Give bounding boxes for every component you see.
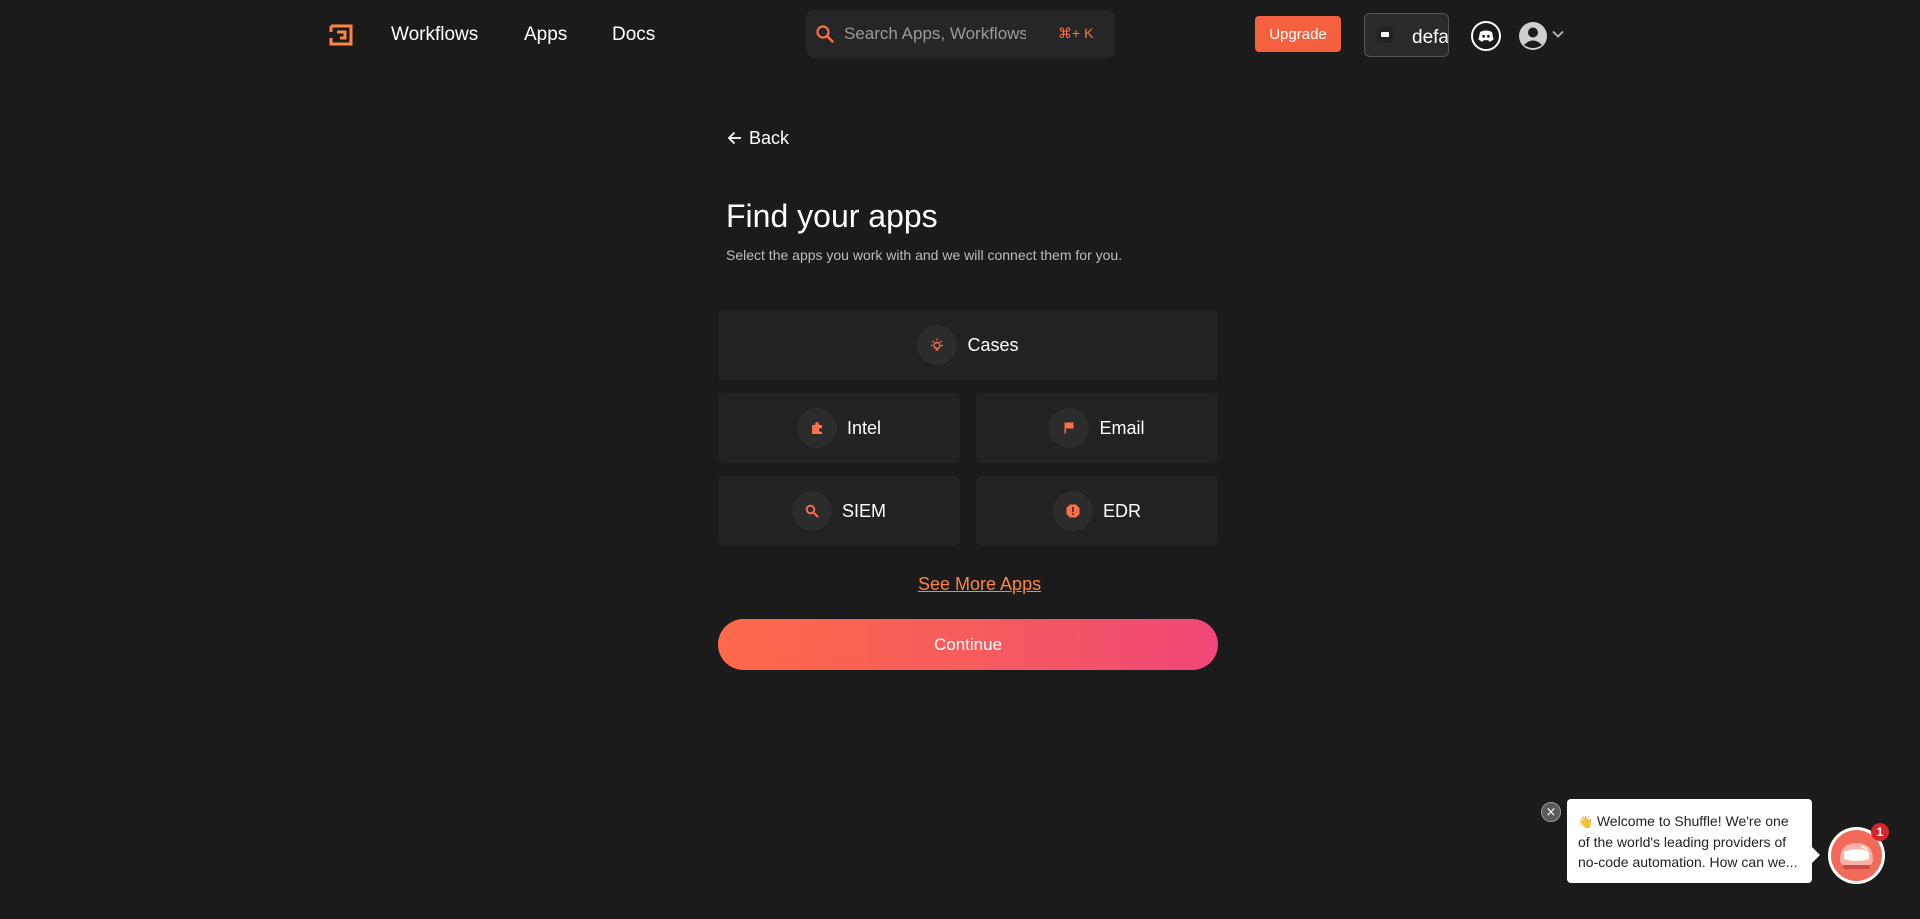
category-label: Email xyxy=(1099,417,1145,438)
chat-close-button[interactable]: × xyxy=(1541,802,1561,822)
discord-icon[interactable] xyxy=(1471,21,1501,51)
flag-icon xyxy=(1049,408,1090,448)
category-label: EDR xyxy=(1102,500,1141,521)
wave-emoji: 👋 xyxy=(1578,815,1593,829)
search-icon xyxy=(791,491,832,531)
continue-button[interactable]: Continue xyxy=(718,619,1218,670)
category-card-email[interactable]: Email xyxy=(976,393,1218,463)
page-title: Find your apps xyxy=(726,198,938,234)
upgrade-button[interactable]: Upgrade xyxy=(1255,16,1341,52)
category-card-siem[interactable]: SIEM xyxy=(718,476,960,546)
organization-selector[interactable]: default xyxy=(1364,13,1449,57)
back-label: Back xyxy=(749,127,790,148)
puzzle-icon xyxy=(796,408,837,448)
chevron-down-icon[interactable] xyxy=(1551,27,1565,41)
category-label: Cases xyxy=(967,334,1019,355)
nav-link-docs[interactable]: Docs xyxy=(612,24,655,46)
user-avatar-icon[interactable] xyxy=(1518,21,1548,51)
category-card-intel[interactable]: Intel xyxy=(718,393,960,463)
back-link[interactable]: Back xyxy=(727,126,789,150)
org-name: default xyxy=(1412,27,1449,48)
chat-welcome-bubble[interactable]: 👋 Welcome to Shuffle! We're one of the w… xyxy=(1567,799,1820,883)
category-label: SIEM xyxy=(841,500,886,521)
page-subtitle: Select the apps you work with and we wil… xyxy=(726,247,1123,263)
top-navigation-bar: Workflows Apps Docs ⌘+ K Upgrade default xyxy=(0,0,1920,70)
shuffle-logo-icon[interactable] xyxy=(329,24,353,46)
see-more-apps-link[interactable]: See More Apps xyxy=(918,574,1041,595)
search-bar[interactable]: ⌘+ K xyxy=(806,10,1115,58)
org-logo-icon xyxy=(1377,27,1393,43)
search-shortcut-hint: ⌘+ K xyxy=(1058,25,1094,41)
category-card-edr[interactable]: EDR xyxy=(976,476,1218,546)
category-card-cases[interactable]: Cases xyxy=(718,310,1218,380)
chat-message: Welcome to Shuffle! We're one of the wor… xyxy=(1578,813,1798,870)
nav-link-apps[interactable]: Apps xyxy=(524,24,567,46)
search-input[interactable] xyxy=(844,22,1026,46)
category-label: Intel xyxy=(846,417,882,438)
nav-link-workflows[interactable]: Workflows xyxy=(391,24,478,46)
chat-unread-badge: 1 xyxy=(1871,823,1889,841)
search-icon xyxy=(816,25,834,43)
shield-alert-icon xyxy=(1052,491,1093,531)
arrow-left-icon xyxy=(727,131,741,145)
lightbulb-icon xyxy=(917,325,958,365)
